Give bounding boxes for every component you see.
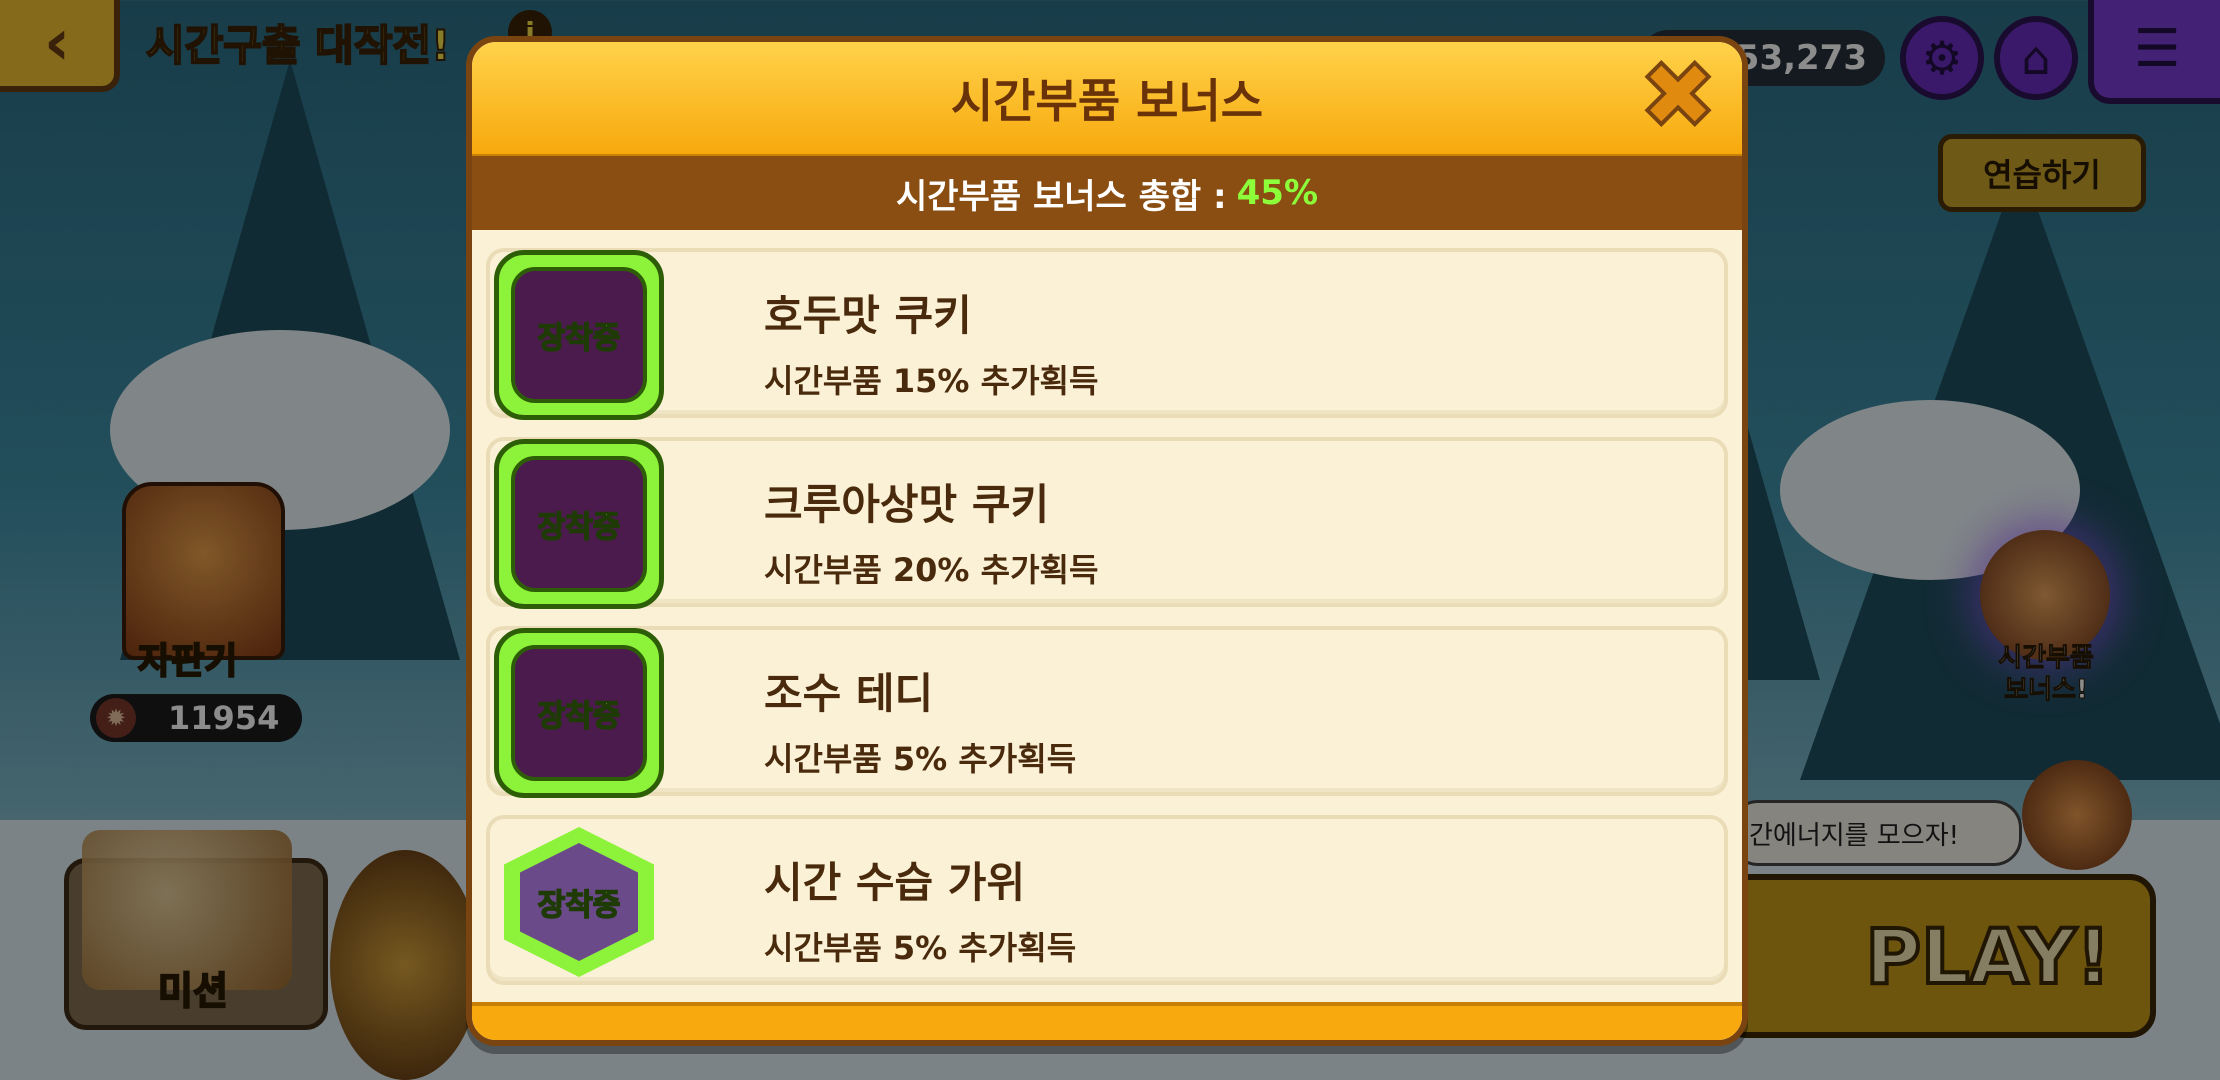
equipped-badge: 장착중 xyxy=(537,320,621,357)
item-desc: 시간부품 20% 추가획득 xyxy=(764,551,1099,589)
item-desc: 시간부품 5% 추가획득 xyxy=(764,740,1077,778)
summary-bar: 시간부품 보너스 총합 : 45% xyxy=(472,156,1742,230)
modal-title: 시간부품 보너스 xyxy=(950,74,1264,128)
croissant-cookie-icon: 장착중 xyxy=(494,439,664,609)
close-button[interactable]: ✖ xyxy=(1636,48,1720,144)
bonus-modal: 시간부품 보너스 ✖ 시간부품 보너스 총합 : 45% 장착중 호두맛 쿠키 … xyxy=(466,36,1748,1046)
item-name: 시간 수습 가위 xyxy=(764,858,1026,907)
scissors-icon: 장착중 xyxy=(494,817,664,987)
list-item: 장착중 시간 수습 가위 시간부품 5% 추가획득 xyxy=(486,815,1728,985)
item-name: 조수 테디 xyxy=(764,669,934,718)
list-item: 장착중 크루아상맛 쿠키 시간부품 20% 추가획득 xyxy=(486,437,1728,609)
equipped-badge: 장착중 xyxy=(537,509,621,546)
equipped-badge: 장착중 xyxy=(537,698,621,735)
item-desc: 시간부품 5% 추가획득 xyxy=(764,929,1077,967)
list-item: 장착중 호두맛 쿠키 시간부품 15% 추가획득 xyxy=(486,248,1728,420)
assistant-teddy-icon: 장착중 xyxy=(494,628,664,798)
item-desc: 시간부품 15% 추가획득 xyxy=(764,362,1099,400)
modal-footer xyxy=(472,1002,1742,1040)
item-name: 크루아상맛 쿠키 xyxy=(764,480,1050,529)
item-name: 호두맛 쿠키 xyxy=(764,291,972,340)
close-icon: ✖ xyxy=(1637,42,1718,149)
list-item: 장착중 조수 테디 시간부품 5% 추가획득 xyxy=(486,626,1728,798)
bonus-list: 장착중 호두맛 쿠키 시간부품 15% 추가획득 장착중 크루아상맛 쿠키 시간… xyxy=(486,248,1728,1004)
walnut-cookie-icon: 장착중 xyxy=(494,250,664,420)
modal-header: 시간부품 보너스 ✖ xyxy=(472,42,1742,158)
equipped-badge: 장착중 xyxy=(537,887,621,924)
summary-value: 45% xyxy=(1236,173,1319,213)
summary-label: 시간부품 보너스 총합 : xyxy=(895,176,1227,217)
